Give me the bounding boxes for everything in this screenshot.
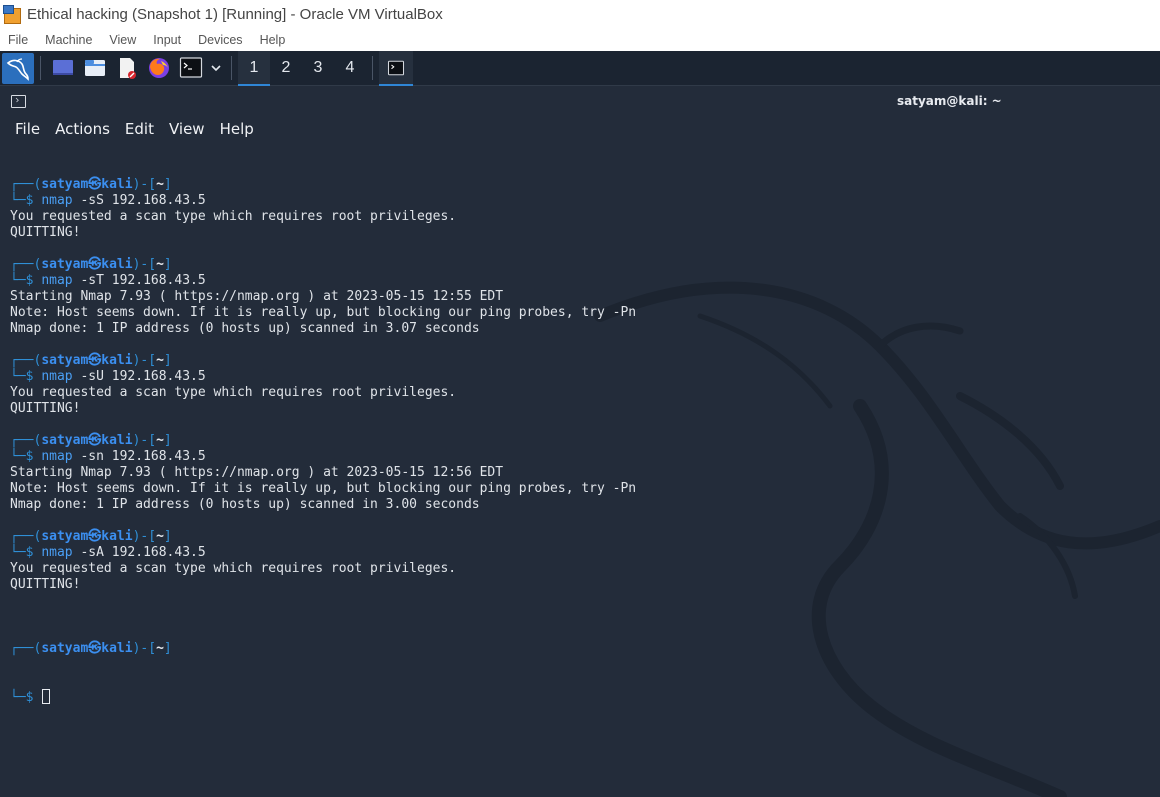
input-line[interactable]: └─$ — [10, 689, 636, 705]
workspace-3[interactable]: 3 — [302, 51, 334, 86]
terminal-menubar: File Actions Edit View Help — [0, 118, 269, 140]
terminal-menu-actions[interactable]: Actions — [55, 120, 110, 138]
terminal-menu-view[interactable]: View — [169, 120, 205, 138]
prompt-line: ┌──(satyam㉿kali)-[~] — [10, 529, 172, 544]
vbox-menubar: File Machine View Input Devices Help — [0, 29, 1160, 51]
workspace-2[interactable]: 2 — [270, 51, 302, 86]
text-cursor — [42, 689, 51, 704]
output-line: Nmap done: 1 IP address (0 hosts up) sca… — [10, 321, 480, 336]
terminal-menu-file[interactable]: File — [15, 120, 40, 138]
command-line: └─$ nmap -sA 192.168.43.5 — [10, 545, 206, 560]
terminal-titlebar: satyam@kali: ~ — [0, 86, 1160, 116]
output-line: You requested a scan type which requires… — [10, 209, 457, 224]
file-manager-launcher[interactable] — [79, 51, 111, 86]
output-line: QUITTING! — [10, 401, 81, 416]
terminal-icon — [179, 57, 203, 78]
output-line: QUITTING! — [10, 225, 81, 240]
terminal-menu-help[interactable]: Help — [220, 120, 254, 138]
vbox-titlebar: Ethical hacking (Snapshot 1) [Running] -… — [0, 0, 1160, 29]
window-title: Ethical hacking (Snapshot 1) [Running] -… — [27, 6, 443, 23]
output-line: Note: Host seems down. If it is really u… — [10, 481, 637, 496]
firefox-launcher[interactable] — [143, 51, 175, 86]
terminal-dropdown[interactable] — [207, 51, 225, 86]
prompt-line: ┌──(satyam㉿kali)-[~] — [10, 257, 172, 272]
kali-dragon-icon — [6, 58, 29, 81]
prompt-line: ┌──(satyam㉿kali)-[~] — [10, 353, 172, 368]
output-line: Note: Host seems down. If it is really u… — [10, 305, 637, 320]
firefox-icon — [149, 58, 169, 78]
terminal-icon — [387, 60, 405, 76]
vbox-menu-input[interactable]: Input — [153, 33, 181, 47]
panel-separator — [40, 56, 41, 80]
terminal-output[interactable]: ┌──(satyam㉿kali)-[~] └─$ nmap -sS 192.168… — [10, 145, 636, 737]
workspace-4[interactable]: 4 — [334, 51, 366, 86]
kali-menu-button[interactable] — [2, 52, 34, 84]
folder-icon — [85, 60, 105, 76]
command-line: └─$ nmap -sU 192.168.43.5 — [10, 369, 206, 384]
taskbar-terminal-window[interactable] — [379, 50, 413, 86]
prompt-line: ┌──(satyam㉿kali)-[~] — [10, 641, 172, 656]
terminal-launcher[interactable] — [175, 51, 207, 86]
vbox-menu-view[interactable]: View — [109, 33, 136, 47]
panel-separator — [231, 56, 232, 80]
desktop-icon — [53, 60, 73, 75]
chevron-down-icon — [211, 65, 221, 72]
terminal-title: satyam@kali: ~ — [897, 94, 1002, 108]
terminal-window-icon[interactable] — [11, 95, 26, 108]
workspace-1[interactable]: 1 — [238, 50, 270, 86]
output-line: Starting Nmap 7.93 ( https://nmap.org ) … — [10, 289, 504, 304]
kali-panel: 1 2 3 4 — [0, 50, 1160, 86]
command-line: └─$ nmap -sT 192.168.43.5 — [10, 273, 206, 288]
output-line: Starting Nmap 7.93 ( https://nmap.org ) … — [10, 465, 504, 480]
vbox-menu-file[interactable]: File — [8, 33, 28, 47]
terminal-menu-edit[interactable]: Edit — [125, 120, 154, 138]
virtualbox-icon — [3, 4, 23, 25]
vbox-menu-devices[interactable]: Devices — [198, 33, 242, 47]
command-line: └─$ nmap -sS 192.168.43.5 — [10, 193, 206, 208]
terminal-window[interactable]: satyam@kali: ~ File Actions Edit View He… — [0, 86, 1160, 797]
command-line: └─$ nmap -sn 192.168.43.5 — [10, 449, 206, 464]
text-editor-launcher[interactable] — [111, 51, 143, 86]
output-line: Nmap done: 1 IP address (0 hosts up) sca… — [10, 497, 480, 512]
text-editor-icon — [120, 58, 136, 79]
panel-separator — [372, 56, 373, 80]
output-line: You requested a scan type which requires… — [10, 561, 457, 576]
prompt-line: ┌──(satyam㉿kali)-[~] — [10, 177, 172, 192]
vbox-menu-machine[interactable]: Machine — [45, 33, 92, 47]
output-line: You requested a scan type which requires… — [10, 385, 457, 400]
vbox-menu-help[interactable]: Help — [260, 33, 286, 47]
show-desktop-launcher[interactable] — [47, 51, 79, 86]
output-line: QUITTING! — [10, 577, 81, 592]
prompt-line: ┌──(satyam㉿kali)-[~] — [10, 433, 172, 448]
